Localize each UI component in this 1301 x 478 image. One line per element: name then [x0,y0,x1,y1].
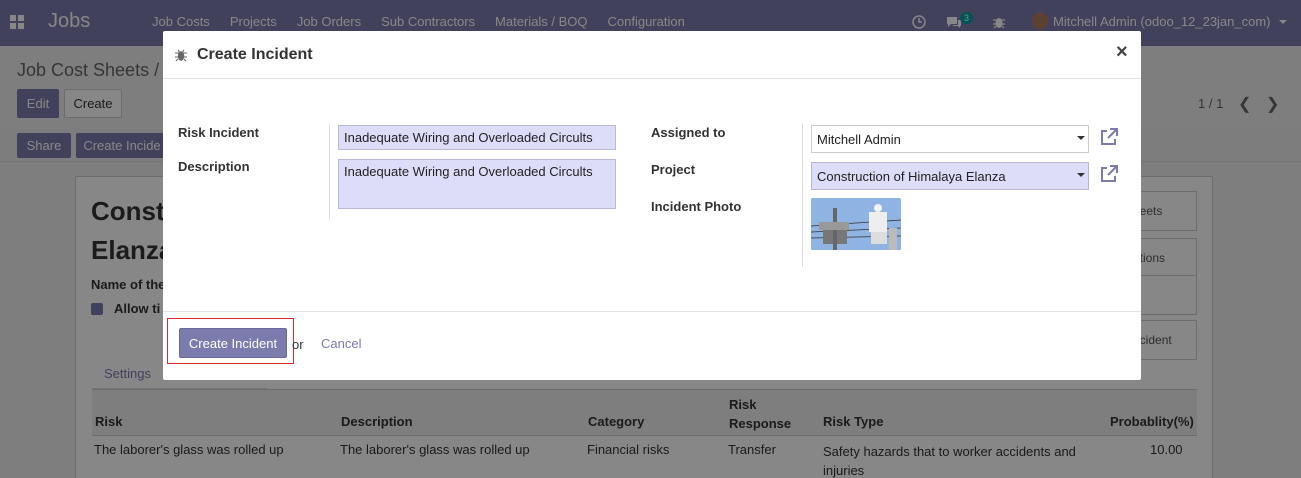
project-label: Project [651,162,696,177]
cancel-button[interactable]: Cancel [321,336,361,351]
risk-incident-label: Risk Incident [178,125,259,140]
external-link-icon[interactable] [1099,164,1119,184]
description-textarea[interactable]: Inadequate Wiring and Overloaded Circult… [338,159,616,209]
incident-photo-label: Incident Photo [651,199,742,214]
close-icon[interactable]: × [1116,41,1128,64]
project-dropdown-icon[interactable] [1077,173,1085,177]
left-column-separator [329,124,330,220]
dialog-footer [163,311,1141,380]
create-incident-dialog: Create Incident × Risk Incident Descript… [163,31,1141,380]
incident-photo-image[interactable] [811,198,901,250]
project-select[interactable]: Construction of Himalaya Elanza [811,162,1089,190]
risk-incident-input[interactable]: Inadequate Wiring and Overloaded Circult… [338,125,616,150]
assigned-to-dropdown-icon[interactable] [1077,136,1085,140]
bug-icon [175,49,187,62]
external-link-icon[interactable] [1099,127,1119,147]
or-text: or [292,337,304,352]
right-column-separator [802,124,803,267]
create-incident-button[interactable]: Create Incident [179,328,287,358]
assigned-to-select[interactable]: Mitchell Admin [811,125,1089,153]
description-label: Description [178,159,250,174]
assigned-to-label: Assigned to [651,125,726,140]
dialog-header: Create Incident × [163,31,1141,79]
dialog-title: Create Incident [197,46,313,63]
